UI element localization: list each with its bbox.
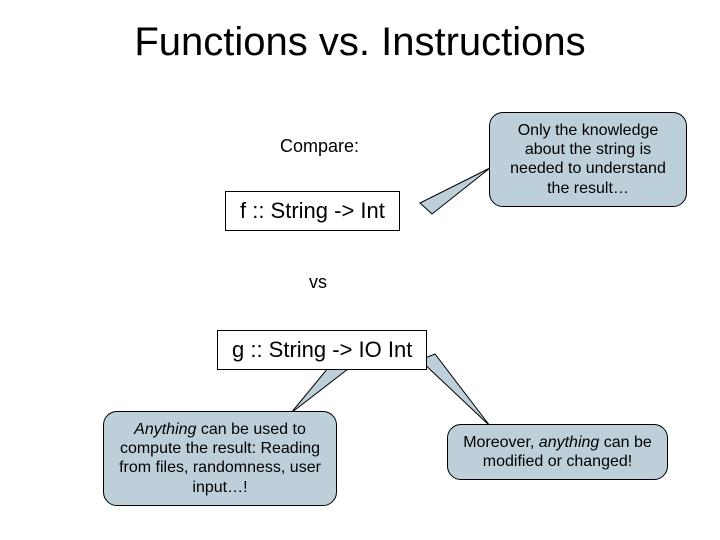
slide-title: Functions vs. Instructions bbox=[0, 0, 720, 65]
callout-text: Only the knowledge about the string is n… bbox=[510, 122, 666, 197]
callout-modified: Moreover, anything can be modified or ch… bbox=[447, 424, 668, 480]
callout-knowledge: Only the knowledge about the string is n… bbox=[489, 112, 687, 207]
code-signature-f: f :: String -> Int bbox=[225, 191, 400, 231]
code-signature-g: g :: String -> IO Int bbox=[217, 330, 427, 370]
callout-anything-compute: Anything can be used to compute the resu… bbox=[103, 411, 337, 506]
callout-em: anything bbox=[539, 434, 600, 451]
callout-em: Anything bbox=[134, 421, 196, 438]
callout-text: Moreover, bbox=[463, 434, 539, 451]
compare-label: Compare: bbox=[280, 136, 359, 157]
vs-label: vs bbox=[309, 272, 327, 293]
